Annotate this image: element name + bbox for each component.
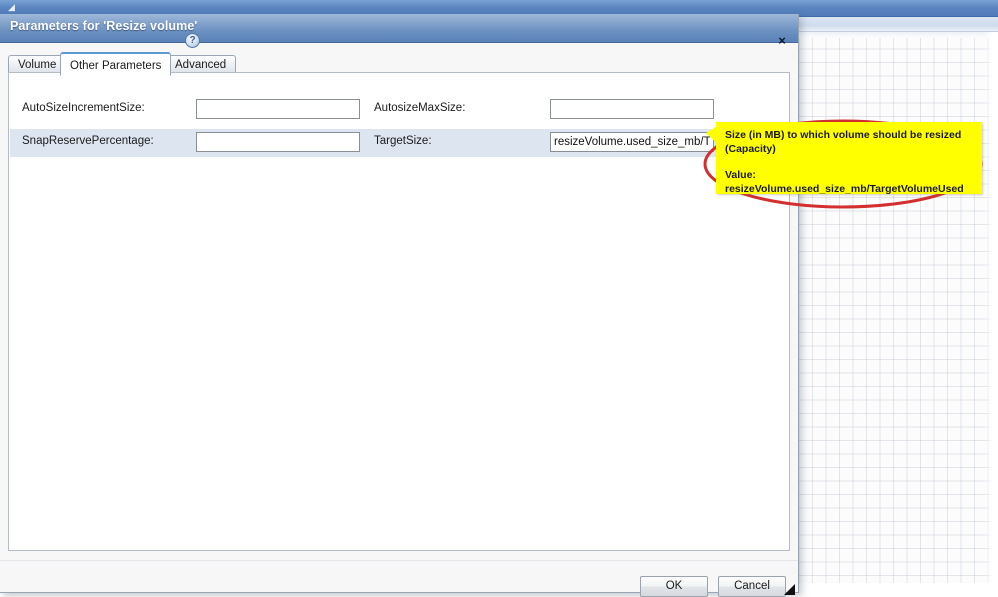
targetsize-input[interactable] — [550, 132, 714, 152]
tab-volume-label: Volume — [18, 59, 57, 71]
ok-button[interactable]: OK — [640, 576, 708, 597]
autosizeincrementsize-label: AutoSizeIncrementSize: — [22, 102, 145, 114]
tooltip-spacer — [725, 156, 974, 168]
tab-volume[interactable]: Volume — [8, 55, 67, 73]
field-row: AutoSizeIncrementSize: AutosizeMaxSize: — [10, 96, 790, 124]
dialog-title: Parameters for 'Resize volume' — [10, 19, 198, 33]
targetsize-label: TargetSize: — [374, 135, 432, 147]
help-question-icon[interactable]: ? — [185, 33, 200, 48]
dialog-titlebar[interactable]: Parameters for 'Resize volume' — [0, 14, 798, 43]
tooltip-line-4: resizeVolume.used_size_mb/TargetVolumeUs… — [725, 183, 964, 195]
autosizeincrementsize-input[interactable] — [196, 99, 360, 119]
tabstrip: Volume Other Parameters Advanced — [8, 52, 790, 76]
snapreservepercentage-input[interactable] — [196, 132, 360, 152]
canvas-right-fade — [984, 32, 998, 593]
field-row-highlighted: SnapReservePercentage: TargetSize: — [10, 129, 790, 157]
close-icon[interactable]: × — [771, 31, 793, 51]
tab-advanced[interactable]: Advanced — [165, 55, 237, 73]
resize-grip-icon[interactable] — [782, 582, 796, 596]
parameters-dialog: Parameters for 'Resize volume' ? × Volum… — [0, 14, 799, 597]
tooltip-line-3: Value: — [725, 169, 756, 181]
snapreservepercentage-label: SnapReservePercentage: — [22, 135, 154, 147]
tab-advanced-label: Advanced — [175, 59, 227, 71]
autosizemaxsize-input[interactable] — [550, 99, 714, 119]
tooltip-line-2: (Capacity) — [725, 143, 776, 155]
cancel-button[interactable]: Cancel — [718, 576, 786, 597]
tab-other-parameters-label: Other Parameters — [70, 60, 162, 72]
autosizemaxsize-label: AutosizeMaxSize: — [374, 102, 466, 114]
parameter-tooltip: Size (in MB) to which volume should be r… — [716, 122, 982, 195]
tab-other-parameters[interactable]: Other Parameters — [60, 52, 172, 76]
host-app-icon: ◢ — [8, 2, 15, 12]
tooltip-line-1: Size (in MB) to which volume should be r… — [725, 129, 962, 141]
parameters-panel: AutoSizeIncrementSize: AutosizeMaxSize: … — [8, 72, 790, 551]
footer-divider — [0, 560, 798, 561]
